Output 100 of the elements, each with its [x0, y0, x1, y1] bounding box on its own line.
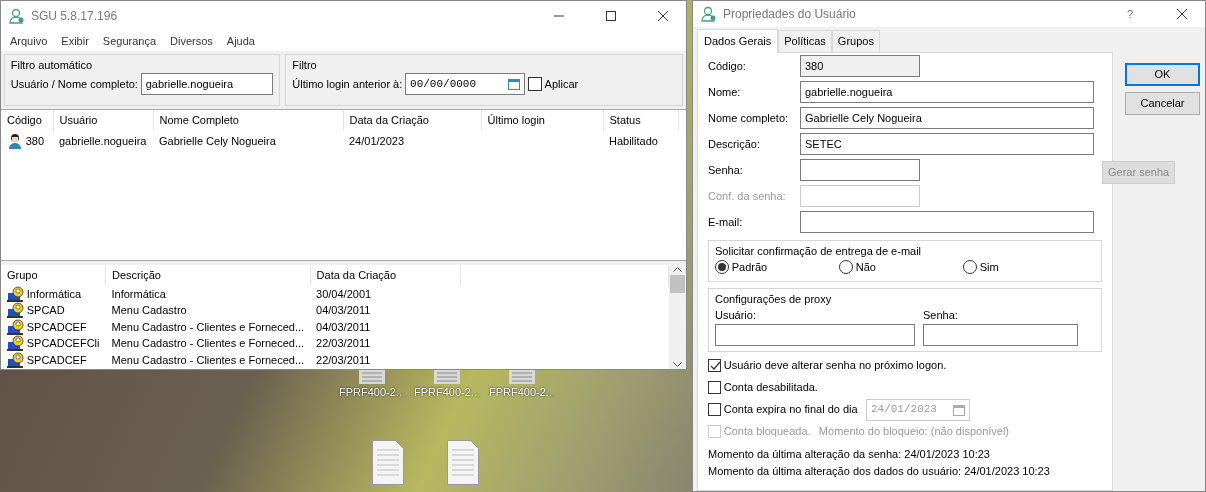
- column-header[interactable]: Código: [1, 110, 53, 131]
- group-icon: [7, 318, 24, 335]
- menu-item[interactable]: Ajuda: [219, 32, 262, 50]
- document-icon: [372, 440, 404, 485]
- field-label: Senha:: [923, 308, 959, 323]
- group-icon: [7, 335, 24, 352]
- scrollbar[interactable]: [669, 265, 686, 369]
- radio-button[interactable]: [715, 260, 729, 275]
- group-icon: [7, 302, 24, 319]
- checkbox-label: Aplicar: [544, 77, 579, 92]
- user-icon: [7, 132, 23, 149]
- menu-item[interactable]: Arquivo: [3, 32, 55, 50]
- text-field[interactable]: SETEC: [800, 133, 1094, 155]
- window-title: SGU 5.8.17.196: [31, 8, 119, 25]
- close-icon: [658, 11, 668, 21]
- table-cell: Gabrielle Cely Nogueira: [159, 134, 276, 147]
- group-label: Filtro: [292, 57, 318, 73]
- info-text: Momento da última alteração dos dados do usuário: 24/01/2023 10:23: [708, 464, 1051, 479]
- column-header[interactable]: Último login: [481, 110, 603, 131]
- checkbox-label: Usuário deve alterar senha no próximo logon.: [723, 358, 947, 374]
- document-icon: [447, 440, 479, 485]
- checkbox-label: Conta expira no final do dia: [723, 402, 858, 418]
- column-header[interactable]: Nome Completo: [153, 110, 343, 131]
- radio-button[interactable]: [963, 260, 977, 275]
- column-header[interactable]: Descrição: [105, 265, 311, 286]
- cancel-button[interactable]: Cancelar: [1125, 91, 1200, 115]
- field-label: Conf. da senha:: [708, 188, 787, 204]
- column-header[interactable]: Data da Criação: [343, 110, 481, 131]
- table-cell: gabrielle.nogueira: [59, 134, 147, 147]
- checkbox[interactable]: [708, 381, 721, 394]
- field-label: Código:: [708, 58, 747, 74]
- text-field[interactable]: 380: [800, 55, 920, 77]
- group-label: Solicitar confirmação de entrega de e-mail: [715, 243, 923, 259]
- checkbox[interactable]: [708, 359, 721, 372]
- maximize-icon: [606, 11, 616, 21]
- check-icon: [708, 359, 721, 372]
- info-text: Momento da última alteração da senha: 24/01/2023 10:23: [708, 446, 991, 462]
- table-cell-text: SPCADCEFCli: [26, 336, 100, 351]
- help-button[interactable]: ?: [1107, 1, 1153, 27]
- text-field[interactable]: gabrielle.nogueira: [140, 73, 273, 96]
- input-field[interactable]: [800, 159, 920, 181]
- table-cell: 30/04/2001: [316, 287, 372, 300]
- table-cell: Informática: [111, 287, 166, 300]
- field-label: Usuário:: [715, 308, 757, 323]
- close-icon: [1177, 9, 1187, 19]
- input-field[interactable]: [923, 323, 1078, 346]
- table-cell: 04/03/2011: [316, 320, 371, 333]
- group-label: Configurações de proxy: [715, 291, 833, 307]
- text-field[interactable]: gabrielle.nogueira: [800, 81, 1094, 103]
- text-field[interactable]: Gabrielle Cely Nogueira: [800, 107, 1094, 129]
- input-field[interactable]: [715, 323, 915, 346]
- field-label: Nome:: [708, 84, 742, 100]
- table-cell-text: 380: [25, 133, 45, 149]
- app-icon: [701, 6, 717, 22]
- radio-button[interactable]: [839, 260, 853, 275]
- table-cell: Menu Cadastro - Clientes e Forneced...: [111, 353, 305, 366]
- table-cell-text: SPCADCEF: [26, 352, 87, 368]
- menu-item[interactable]: Segurança: [95, 32, 164, 50]
- radio-label: Padrão: [731, 260, 768, 275]
- table-cell-text: Informática: [26, 286, 82, 302]
- table-cell: Menu Cadastro - Clientes e Forneced...: [111, 337, 305, 349]
- calendar-icon: [952, 403, 965, 416]
- table-cell: 22/03/2011: [316, 337, 371, 349]
- table-cell: Menu Cadastro: [111, 304, 187, 316]
- calendar-icon[interactable]: [508, 78, 521, 91]
- input-field[interactable]: [800, 211, 1094, 233]
- ok-button[interactable]: OK: [1125, 63, 1200, 86]
- column-header[interactable]: Status: [603, 110, 678, 131]
- field-label: E-mail:: [708, 214, 744, 230]
- radio-label: Não: [855, 260, 876, 275]
- table-cell: Habilitado: [609, 134, 658, 147]
- window-title: Propriedades do Usuário: [723, 6, 857, 23]
- tab[interactable]: Dados Gerais: [697, 29, 779, 53]
- column-header[interactable]: Usuário: [53, 110, 153, 131]
- checkbox[interactable]: [527, 77, 542, 92]
- date-field[interactable]: 00/00/0000: [405, 73, 526, 96]
- menu-item[interactable]: Exibir: [54, 32, 96, 50]
- field-label: Último login anterior à:: [292, 77, 403, 92]
- checkbox[interactable]: [708, 403, 721, 416]
- table-cell-text: SPCAD: [26, 303, 65, 318]
- field-label: Descrição:: [708, 136, 761, 152]
- tab[interactable]: Grupos: [831, 30, 880, 52]
- checkbox-label: Conta bloqueada.: [723, 424, 811, 440]
- group-icon: [7, 285, 24, 302]
- table-cell: 24/01/2023: [349, 134, 405, 147]
- tab[interactable]: Políticas: [778, 30, 832, 52]
- column-header[interactable]: Data da Criação: [310, 265, 461, 286]
- field-label: Usuário / Nome completo:: [10, 77, 138, 92]
- field-label: Senha:: [708, 162, 744, 178]
- table-cell: 04/03/2011: [316, 304, 371, 316]
- group-label: Filtro automático: [10, 57, 94, 73]
- column-header[interactable]: Grupo: [1, 265, 106, 286]
- checkbox-label: Conta desabilitada.: [723, 380, 818, 396]
- lock-time-text: Momento do bloqueio: (não disponível): [818, 424, 1010, 440]
- radio-label: Sim: [979, 260, 999, 275]
- table-cell-text: SPCADCEF: [26, 319, 87, 335]
- app-icon: [9, 8, 25, 24]
- scrollbar-thumb[interactable]: [670, 275, 685, 293]
- menu-item[interactable]: Diversos: [163, 32, 220, 50]
- field-label: Nome completo:: [708, 110, 790, 126]
